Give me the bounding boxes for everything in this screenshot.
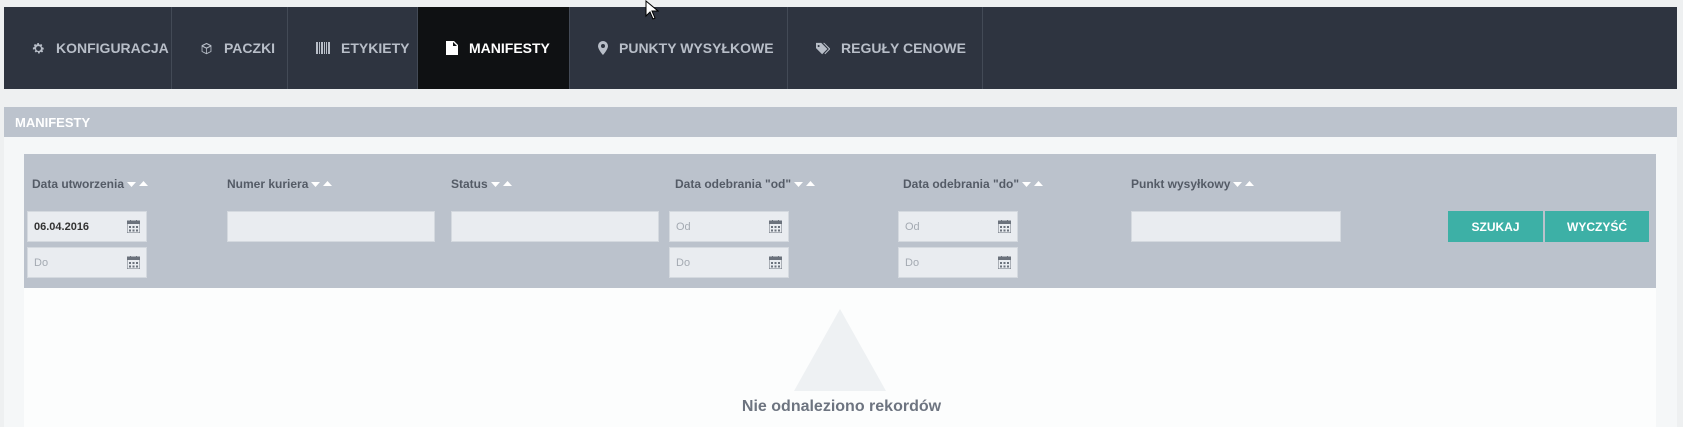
sort-icon[interactable] bbox=[490, 180, 513, 188]
tab-label: ETYKIETY bbox=[341, 40, 410, 56]
tab-label: PACZKI bbox=[224, 40, 276, 56]
column-header-pickup-from[interactable]: Data odebrania "od" bbox=[675, 177, 816, 191]
top-navigation: KONFIGURACJA PACZKI ETYKIETY MANIFESTY P… bbox=[4, 7, 1677, 89]
column-header-courier-number[interactable]: Numer kuriera bbox=[227, 177, 333, 191]
document-icon bbox=[446, 41, 458, 55]
calendar-icon[interactable] bbox=[998, 256, 1011, 269]
panel-header: MANIFESTY bbox=[4, 107, 1677, 137]
tab-punkty-wysylkowe[interactable]: PUNKTY WYSYŁKOWE bbox=[570, 7, 788, 89]
clear-button[interactable]: WYCZYŚĆ bbox=[1545, 211, 1649, 242]
mouse-cursor-icon bbox=[645, 0, 659, 20]
tab-label: KONFIGURACJA bbox=[56, 40, 169, 56]
tab-label: PUNKTY WYSYŁKOWE bbox=[619, 40, 774, 56]
search-button[interactable]: SZUKAJ bbox=[1448, 211, 1543, 242]
calendar-icon[interactable] bbox=[998, 220, 1011, 233]
tab-label: REGUŁY CENOWE bbox=[841, 40, 966, 56]
tags-icon bbox=[816, 41, 830, 55]
map-pin-icon bbox=[598, 41, 608, 55]
courier-number-input[interactable] bbox=[227, 211, 435, 242]
pickup-from-start-input[interactable]: Od bbox=[669, 211, 789, 242]
sort-icon[interactable] bbox=[1022, 180, 1044, 188]
status-input[interactable] bbox=[451, 211, 659, 242]
shipping-point-input[interactable] bbox=[1131, 211, 1341, 242]
column-header-status[interactable]: Status bbox=[451, 177, 513, 191]
calendar-icon[interactable] bbox=[127, 256, 140, 269]
panel-title: MANIFESTY bbox=[15, 114, 91, 130]
column-header-shipping-point[interactable]: Punkt wysyłkowy bbox=[1131, 177, 1255, 191]
created-date-from-input[interactable]: 06.04.2016 bbox=[27, 211, 147, 242]
tab-etykiety[interactable]: ETYKIETY bbox=[288, 7, 418, 89]
tab-manifesty[interactable]: MANIFESTY bbox=[418, 7, 570, 89]
tab-paczki[interactable]: PACZKI bbox=[172, 7, 288, 89]
sort-icon[interactable] bbox=[794, 180, 816, 188]
sort-icon[interactable] bbox=[1233, 180, 1255, 188]
calendar-icon[interactable] bbox=[769, 256, 782, 269]
tab-label: MANIFESTY bbox=[469, 40, 550, 56]
calendar-icon[interactable] bbox=[769, 220, 782, 233]
pickup-to-end-input[interactable]: Do bbox=[898, 247, 1018, 278]
calendar-icon[interactable] bbox=[127, 220, 140, 233]
column-header-pickup-to[interactable]: Data odebrania "do" bbox=[903, 177, 1044, 191]
created-date-to-input[interactable]: Do bbox=[27, 247, 147, 278]
sort-icon[interactable] bbox=[127, 180, 149, 188]
column-header-created-date[interactable]: Data utworzenia bbox=[32, 177, 149, 191]
sort-icon[interactable] bbox=[311, 180, 333, 188]
pickup-to-start-input[interactable]: Od bbox=[898, 211, 1018, 242]
tab-konfiguracja[interactable]: KONFIGURACJA bbox=[4, 7, 172, 89]
gear-icon bbox=[32, 41, 45, 55]
warning-icon bbox=[794, 309, 886, 391]
pickup-from-end-input[interactable]: Do bbox=[669, 247, 789, 278]
barcode-icon bbox=[316, 41, 330, 55]
package-icon bbox=[200, 41, 213, 55]
tab-reguly-cenowe[interactable]: REGUŁY CENOWE bbox=[788, 7, 983, 89]
empty-state-message: Nie odnaleziono rekordów bbox=[741, 398, 942, 415]
